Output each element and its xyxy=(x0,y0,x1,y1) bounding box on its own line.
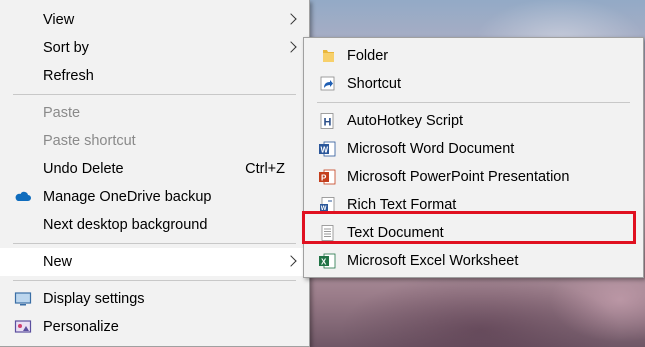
menu-item-label: Paste shortcut xyxy=(43,133,136,149)
chevron-right-icon xyxy=(285,41,297,53)
menu-item-label: Personalize xyxy=(43,319,119,335)
submenu-item-label: Microsoft Excel Worksheet xyxy=(347,253,519,269)
submenu-item-text-document[interactable]: Text Document xyxy=(304,219,643,247)
menu-separator xyxy=(13,280,296,281)
menu-item-view[interactable]: View xyxy=(0,6,309,34)
submenu-item-label: AutoHotkey Script xyxy=(347,113,464,129)
shortcut-arrow-icon xyxy=(318,76,336,92)
menu-item-manage-onedrive[interactable]: Manage OneDrive backup xyxy=(0,183,309,211)
submenu-item-shortcut[interactable]: Shortcut xyxy=(304,70,643,98)
word-document-icon: W xyxy=(318,141,336,157)
submenu-item-label: Rich Text Format xyxy=(347,197,457,213)
chevron-right-icon xyxy=(285,13,297,25)
submenu-item-label: Shortcut xyxy=(347,76,401,92)
menu-item-display-settings[interactable]: Display settings xyxy=(0,285,309,313)
svg-text:W: W xyxy=(321,206,327,212)
personalize-icon xyxy=(14,319,32,335)
submenu-item-label: Folder xyxy=(347,48,389,64)
menu-separator xyxy=(13,94,296,95)
desktop-context-menu: View Sort by Refresh Paste Paste shortcu… xyxy=(0,0,310,347)
submenu-item-autohotkey[interactable]: H AutoHotkey Script xyxy=(304,107,643,135)
menu-item-label: Undo Delete xyxy=(43,161,124,177)
keyboard-shortcut: Ctrl+Z xyxy=(245,161,285,177)
menu-item-personalize[interactable]: Personalize xyxy=(0,313,309,341)
submenu-item-excel[interactable]: X Microsoft Excel Worksheet xyxy=(304,247,643,275)
menu-item-paste[interactable]: Paste xyxy=(0,99,309,127)
submenu-item-word[interactable]: W Microsoft Word Document xyxy=(304,135,643,163)
menu-item-label: Paste xyxy=(43,105,81,121)
new-submenu: Folder Shortcut H AutoHotkey Script W Mi… xyxy=(303,37,644,278)
menu-item-undo-delete[interactable]: Undo Delete Ctrl+Z xyxy=(0,155,309,183)
menu-item-label: Refresh xyxy=(43,68,94,84)
menu-item-label: Display settings xyxy=(43,291,145,307)
svg-text:X: X xyxy=(321,258,327,267)
submenu-item-rtf[interactable]: W Rich Text Format xyxy=(304,191,643,219)
submenu-item-label: Microsoft PowerPoint Presentation xyxy=(347,169,570,185)
menu-item-refresh[interactable]: Refresh xyxy=(0,62,309,90)
menu-separator xyxy=(317,102,630,103)
submenu-item-label: Microsoft Word Document xyxy=(347,141,515,157)
text-document-icon xyxy=(318,225,336,241)
powerpoint-icon: P xyxy=(318,169,336,185)
chevron-right-icon xyxy=(285,255,297,267)
svg-text:W: W xyxy=(321,146,329,155)
onedrive-cloud-icon xyxy=(14,189,32,205)
folder-icon xyxy=(318,48,336,64)
menu-item-label: Sort by xyxy=(43,40,89,56)
menu-item-label: Manage OneDrive backup xyxy=(43,189,212,205)
autohotkey-icon: H xyxy=(318,113,336,129)
svg-text:H: H xyxy=(324,117,332,129)
svg-text:P: P xyxy=(321,174,327,183)
submenu-item-powerpoint[interactable]: P Microsoft PowerPoint Presentation xyxy=(304,163,643,191)
rich-text-document-icon: W xyxy=(318,197,336,213)
menu-item-label: View xyxy=(43,12,75,28)
menu-separator xyxy=(13,243,296,244)
menu-item-label: New xyxy=(43,254,73,270)
excel-worksheet-icon: X xyxy=(318,253,336,269)
menu-item-sort-by[interactable]: Sort by xyxy=(0,34,309,62)
submenu-item-label: Text Document xyxy=(347,225,444,241)
display-settings-icon xyxy=(14,291,32,307)
menu-item-new[interactable]: New xyxy=(0,248,309,276)
submenu-item-folder[interactable]: Folder xyxy=(304,42,643,70)
menu-item-paste-shortcut[interactable]: Paste shortcut xyxy=(0,127,309,155)
menu-item-label: Next desktop background xyxy=(43,217,208,233)
menu-item-next-background[interactable]: Next desktop background xyxy=(0,211,309,239)
